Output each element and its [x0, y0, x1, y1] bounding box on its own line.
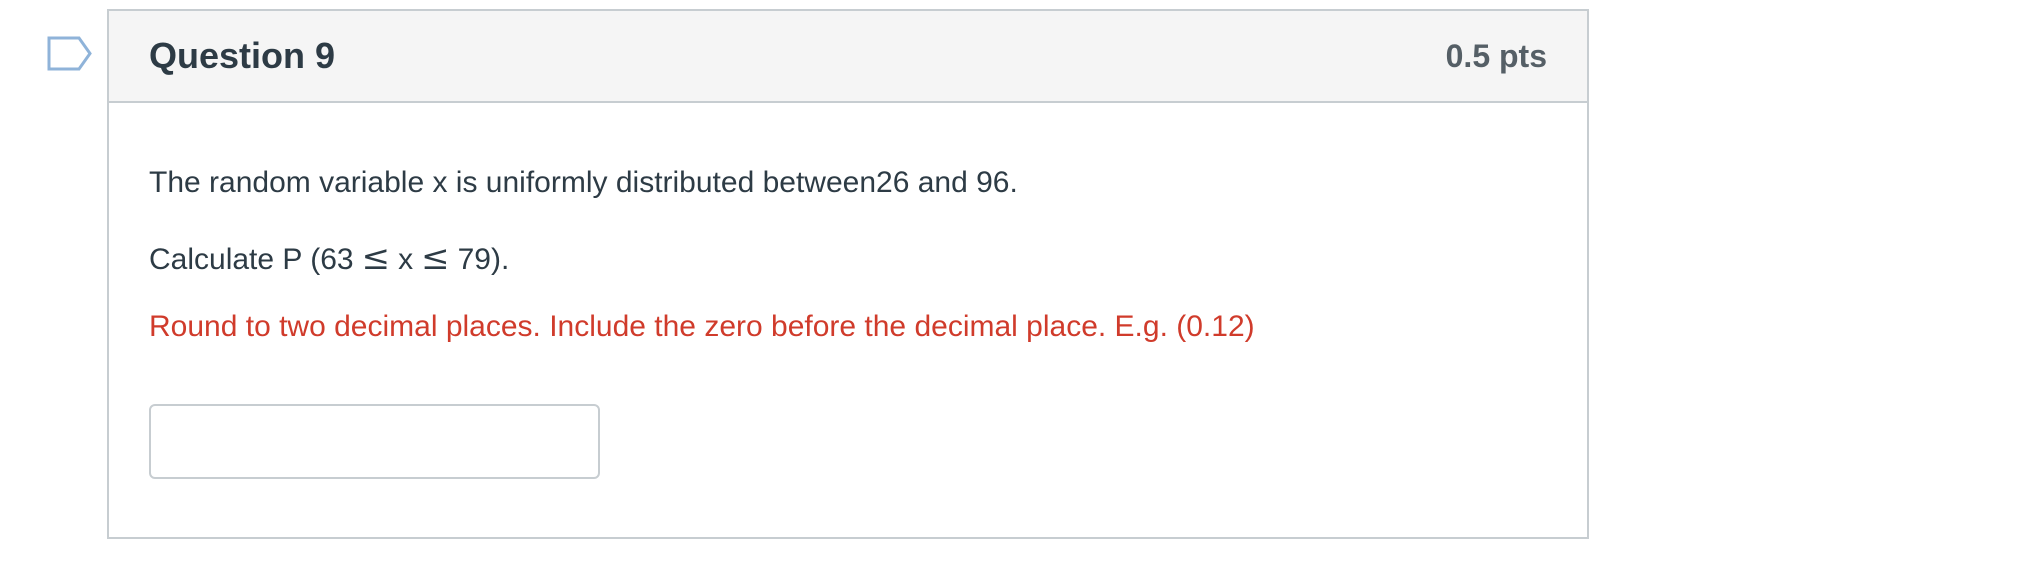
question-instruction: Round to two decimal places. Include the…	[149, 310, 1255, 343]
flag-question-icon[interactable]	[47, 36, 93, 71]
question-calculation: Calculate P (63 ≤ x ≤79).	[149, 238, 509, 278]
question-points: 0.5 pts	[1445, 37, 1547, 74]
calc-variable: x	[398, 243, 414, 276]
question-prompt: The random variable x is uniformly distr…	[149, 166, 1018, 199]
calc-suffix: 79).	[457, 243, 510, 276]
calc-prefix: Calculate P (63	[149, 243, 354, 276]
question-header: Question 9 0.5 pts	[109, 11, 1587, 103]
less-equal-symbol: ≤	[421, 238, 450, 278]
less-equal-symbol: ≤	[361, 238, 391, 278]
question-card: Question 9 0.5 pts The random variable x…	[107, 9, 1589, 539]
question-title: Question 9	[149, 35, 336, 76]
answer-input[interactable]	[149, 404, 600, 479]
